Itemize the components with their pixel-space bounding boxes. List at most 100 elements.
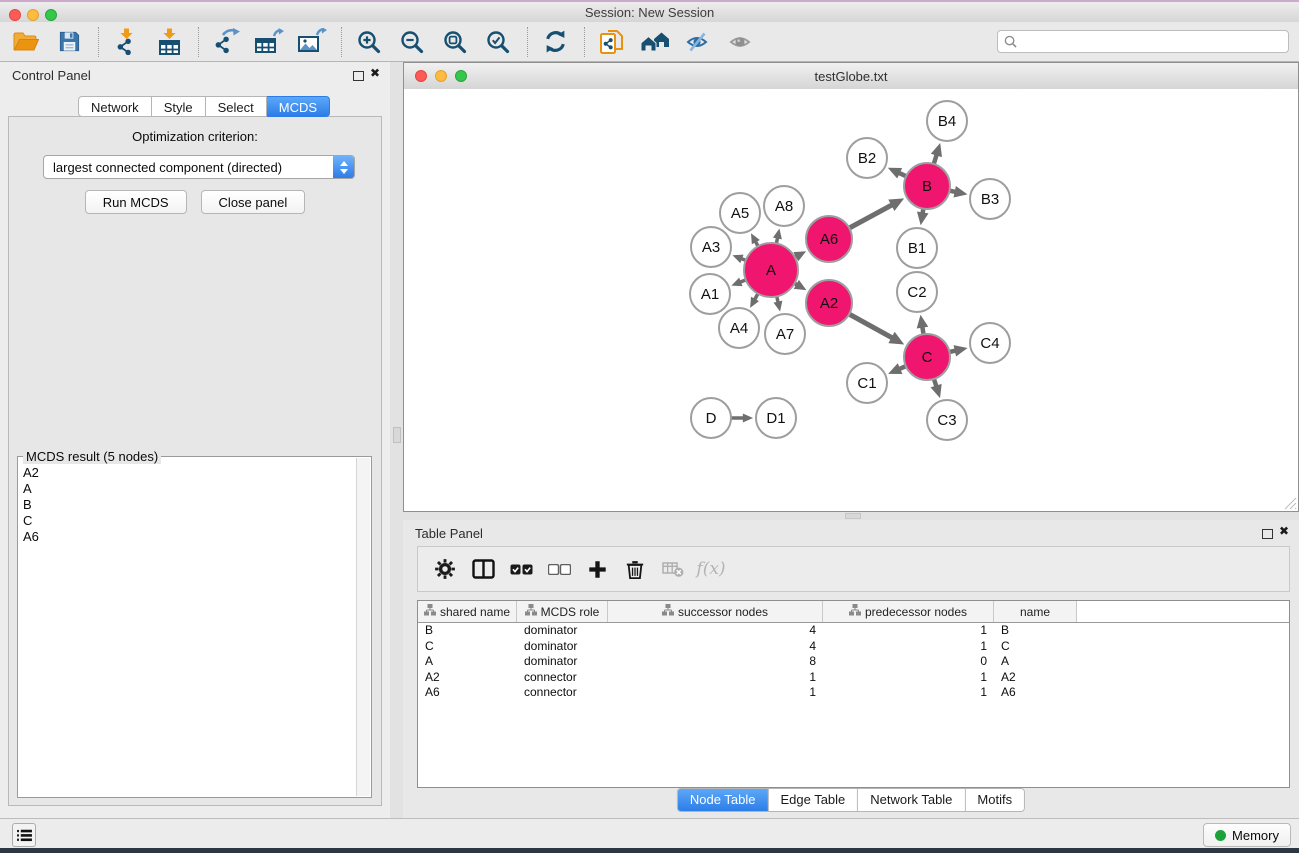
zoom-selected-icon[interactable] [482,26,514,58]
table-body[interactable]: Bdominator41BCdominator41CAdominator80AA… [418,623,1289,787]
column-header[interactable]: successor nodes [608,601,823,622]
add-column-icon[interactable] [584,556,610,582]
splitter-grip-vertical[interactable] [393,427,401,443]
graph-node-A7[interactable]: A7 [765,314,805,354]
shared-column-icon [849,604,861,619]
save-session-icon[interactable] [53,26,85,58]
export-table-icon[interactable] [253,26,285,58]
close-panel-icon[interactable]: ✖ [370,66,380,80]
graph-node-A4[interactable]: A4 [719,308,759,348]
float-panel-icon[interactable] [353,71,364,81]
float-panel-icon[interactable] [1262,529,1273,539]
show-columns-icon[interactable] [470,556,496,582]
svg-text:A5: A5 [731,205,749,222]
settings-gear-icon[interactable] [432,556,458,582]
tab-network-table[interactable]: Network Table [858,789,965,811]
search-input[interactable] [1021,33,1282,50]
tab-node-table[interactable]: Node Table [678,789,769,811]
svg-text:B1: B1 [908,240,926,257]
import-network-icon[interactable] [110,26,142,58]
hide-panel-eye-slash-icon[interactable] [682,26,714,58]
tab-select[interactable]: Select [206,96,267,117]
refresh-layout-icon[interactable] [539,26,571,58]
result-list-item[interactable]: B [23,497,357,513]
select-all-checkboxes-icon[interactable] [508,556,534,582]
memory-button[interactable]: Memory [1203,823,1291,847]
column-header[interactable]: name [994,601,1077,622]
graph-node-B3[interactable]: B3 [970,179,1010,219]
column-header[interactable]: predecessor nodes [823,601,994,622]
mcds-result-list[interactable]: A2ABCA6 [19,465,357,796]
zoom-in-icon[interactable] [353,26,385,58]
graph-node-C2[interactable]: C2 [897,272,937,312]
import-table-icon[interactable] [153,26,185,58]
graph-node-B1[interactable]: B1 [897,228,937,268]
table-cell: A2 [418,670,517,686]
graph-node-C1[interactable]: C1 [847,363,887,403]
column-header[interactable]: shared name [418,601,517,622]
zoom-out-icon[interactable] [396,26,428,58]
tab-network[interactable]: Network [78,96,152,117]
network-canvas[interactable]: AA6 A2 B C A5 A8 A3 A1A4A7 B2 B4 B3 B1 C2 C4 C1 C3 D D1 [404,89,1298,511]
task-history-button[interactable] [12,823,36,847]
table-row[interactable]: Bdominator41B [418,623,1289,639]
graph-node-A[interactable]: A [744,243,798,297]
edge-arrowhead [917,211,929,225]
graph-node-C[interactable]: C [904,334,950,380]
graph-node-D1[interactable]: D1 [756,398,796,438]
result-list-item[interactable]: A2 [23,465,357,481]
control-panel-tabs: Network Style Select MCDS [78,96,330,117]
graph-node-C3[interactable]: C3 [927,400,967,440]
graph-node-C4[interactable]: C4 [970,323,1010,363]
tab-motifs[interactable]: Motifs [965,789,1024,811]
result-list-item[interactable]: C [23,513,357,529]
toolbar-separator [341,27,343,57]
close-panel-icon[interactable]: ✖ [1279,524,1289,538]
svg-text:A8: A8 [775,198,793,215]
graph-node-B4[interactable]: B4 [927,101,967,141]
table-panel-title: Table Panel [415,526,483,541]
home-icon[interactable] [639,26,671,58]
svg-text:A2: A2 [820,295,838,312]
svg-text:C2: C2 [907,284,926,301]
criterion-select[interactable]: largest connected component (directed) [43,155,355,179]
graph-node-A2[interactable]: A2 [806,280,852,326]
delete-columns-trash-icon[interactable] [622,556,648,582]
graph-node-A6[interactable]: A6 [806,216,852,262]
deselect-all-checkboxes-icon[interactable] [546,556,572,582]
export-image-icon[interactable] [296,26,328,58]
tab-mcds[interactable]: MCDS [267,96,330,117]
zoom-fit-icon[interactable] [439,26,471,58]
search-box[interactable] [997,30,1289,53]
graph-node-A3[interactable]: A3 [691,227,731,267]
result-scrollbar[interactable] [356,458,370,796]
export-network-icon[interactable] [210,26,242,58]
graph-node-A5[interactable]: A5 [720,193,760,233]
table-row[interactable]: Adominator80A [418,654,1289,670]
result-list-item[interactable]: A [23,481,357,497]
run-mcds-button[interactable]: Run MCDS [85,190,187,214]
combo-stepper-icon[interactable] [333,156,354,178]
show-panel-eye-icon[interactable] [725,26,757,58]
graph-node-A8[interactable]: A8 [764,186,804,226]
resize-grip-icon[interactable] [1283,496,1297,510]
open-file-icon[interactable] [10,26,42,58]
clone-network-icon[interactable] [596,26,628,58]
graph-node-D[interactable]: D [691,398,731,438]
graph-node-B[interactable]: B [904,163,950,209]
tab-edge-table[interactable]: Edge Table [768,789,858,811]
graph-node-B2[interactable]: B2 [847,138,887,178]
close-panel-button[interactable]: Close panel [201,190,306,214]
column-header[interactable]: MCDS role [517,601,608,622]
table-row[interactable]: A2connector11A2 [418,670,1289,686]
splitter-grip-horizontal[interactable] [845,513,861,519]
svg-text:B3: B3 [981,191,999,208]
table-row[interactable]: Cdominator41C [418,639,1289,655]
graph-node-A1[interactable]: A1 [690,274,730,314]
network-window-titlebar[interactable]: testGlobe.txt [404,63,1298,90]
result-list-item[interactable]: A6 [23,529,357,545]
table-row[interactable]: A6connector11A6 [418,685,1289,701]
tab-style[interactable]: Style [152,96,206,117]
window-title: Session: New Session [0,5,1299,20]
mcds-tab-content: Optimization criterion: largest connecte… [8,116,382,806]
